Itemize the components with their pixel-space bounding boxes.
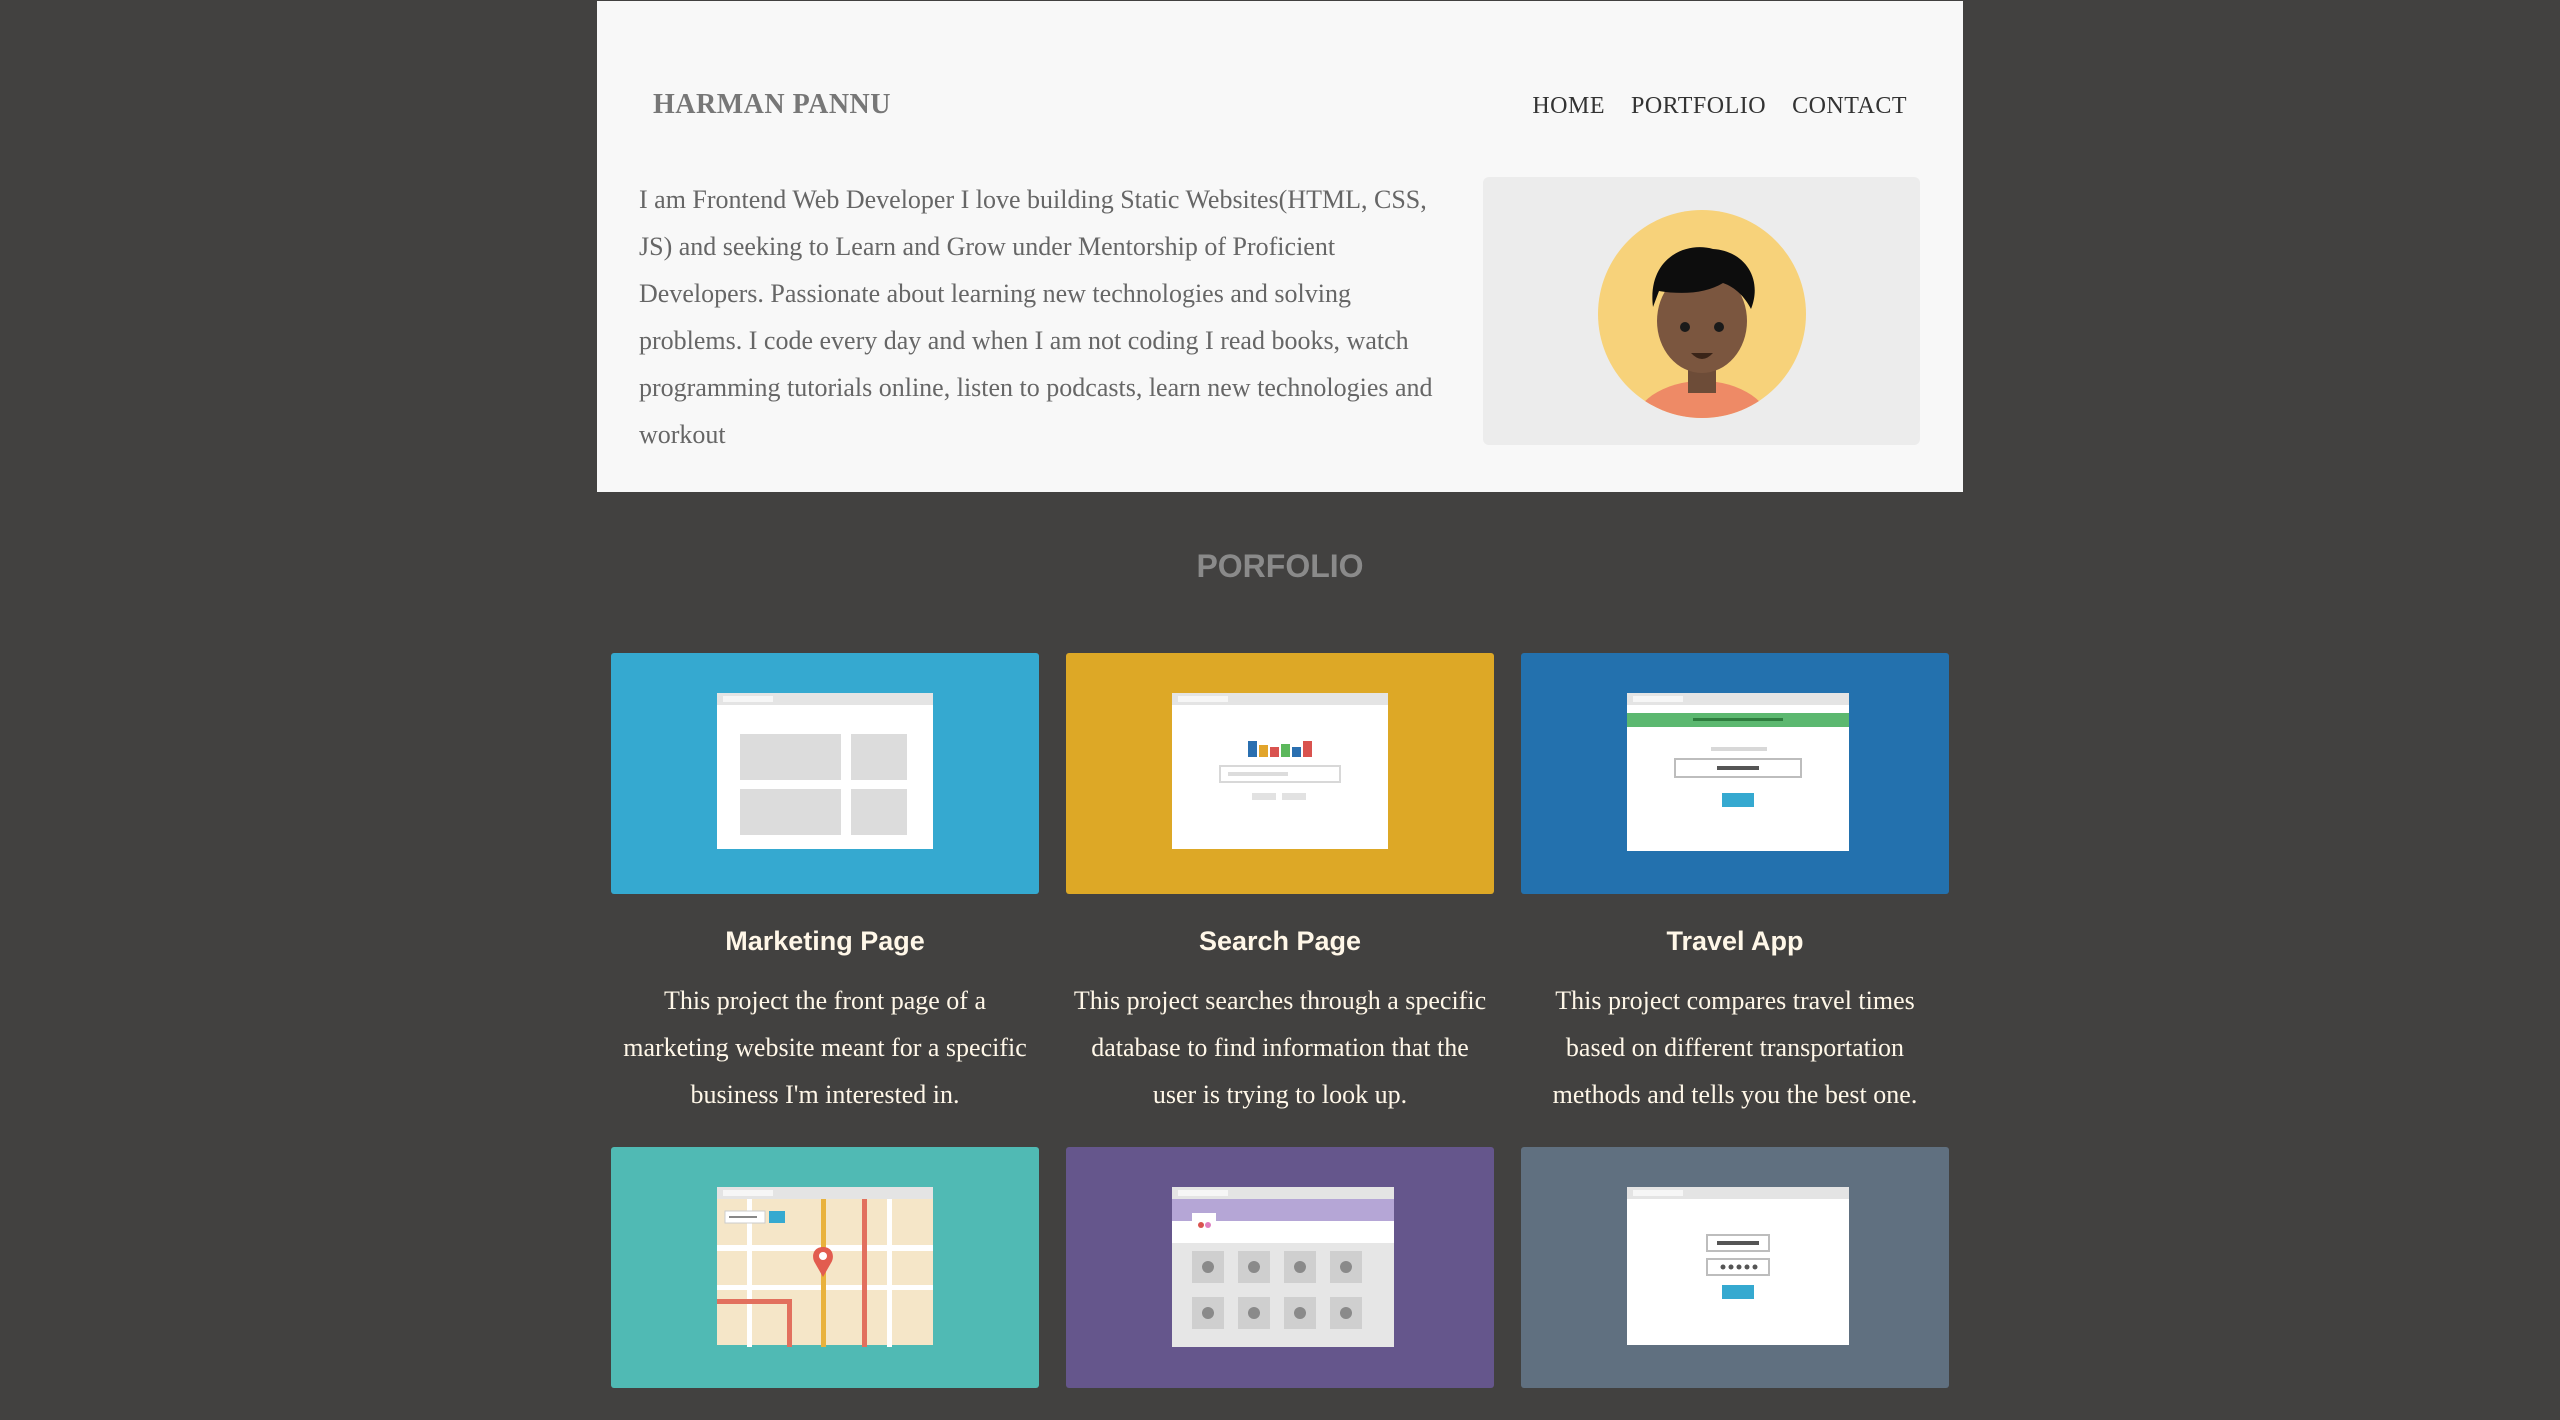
project-thumbnail[interactable] — [611, 653, 1039, 894]
header: HARMAN PANNU HOME PORTFOLIO CONTACT I am… — [597, 1, 1963, 492]
project-title[interactable]: Travel App — [1521, 926, 1949, 957]
nav-portfolio-link[interactable]: PORTFOLIO — [1631, 93, 1766, 120]
project-card[interactable]: Search Page This project searches throug… — [1066, 653, 1494, 1118]
nav-home-link[interactable]: HOME — [1532, 93, 1605, 120]
project-description: This project compares travel times based… — [1552, 986, 1918, 1109]
gallery-mockup-icon — [1172, 1187, 1394, 1347]
project-thumbnail[interactable] — [1521, 653, 1949, 894]
avatar — [1598, 210, 1806, 418]
project-card[interactable] — [1521, 1147, 1949, 1420]
project-card[interactable] — [1066, 1147, 1494, 1420]
project-thumbnail[interactable] — [1066, 1147, 1494, 1388]
page: HARMAN PANNU HOME PORTFOLIO CONTACT I am… — [597, 0, 1963, 1388]
login-mockup-icon — [1627, 1187, 1849, 1345]
avatar-frame — [1483, 177, 1920, 445]
bio-text: I am Frontend Web Developer I love build… — [639, 185, 1433, 449]
project-thumbnail[interactable] — [611, 1147, 1039, 1388]
main-nav: HOME PORTFOLIO CONTACT — [1532, 93, 1907, 120]
nav-contact-link[interactable]: CONTACT — [1792, 93, 1907, 120]
project-description: This project searches through a specific… — [1073, 986, 1487, 1109]
project-title[interactable]: Marketing Page — [611, 926, 1039, 957]
project-thumbnail[interactable] — [1521, 1147, 1949, 1388]
browser-mockup-icon — [1627, 693, 1849, 851]
brand-name[interactable]: HARMAN PANNU — [653, 89, 891, 121]
project-description: This project the front page of a marketi… — [623, 986, 1027, 1109]
browser-mockup-icon — [1172, 693, 1388, 849]
project-card[interactable] — [611, 1147, 1039, 1420]
project-card[interactable]: Travel App This project compares travel … — [1521, 653, 1949, 1118]
project-thumbnail[interactable] — [1066, 653, 1494, 894]
browser-mockup-icon — [717, 693, 933, 849]
project-title[interactable]: Search Page — [1066, 926, 1494, 957]
project-card[interactable]: Marketing Page This project the front pa… — [611, 653, 1039, 1118]
portfolio-title: PORFOLIO — [1196, 548, 1364, 584]
map-mockup-icon — [717, 1187, 933, 1347]
